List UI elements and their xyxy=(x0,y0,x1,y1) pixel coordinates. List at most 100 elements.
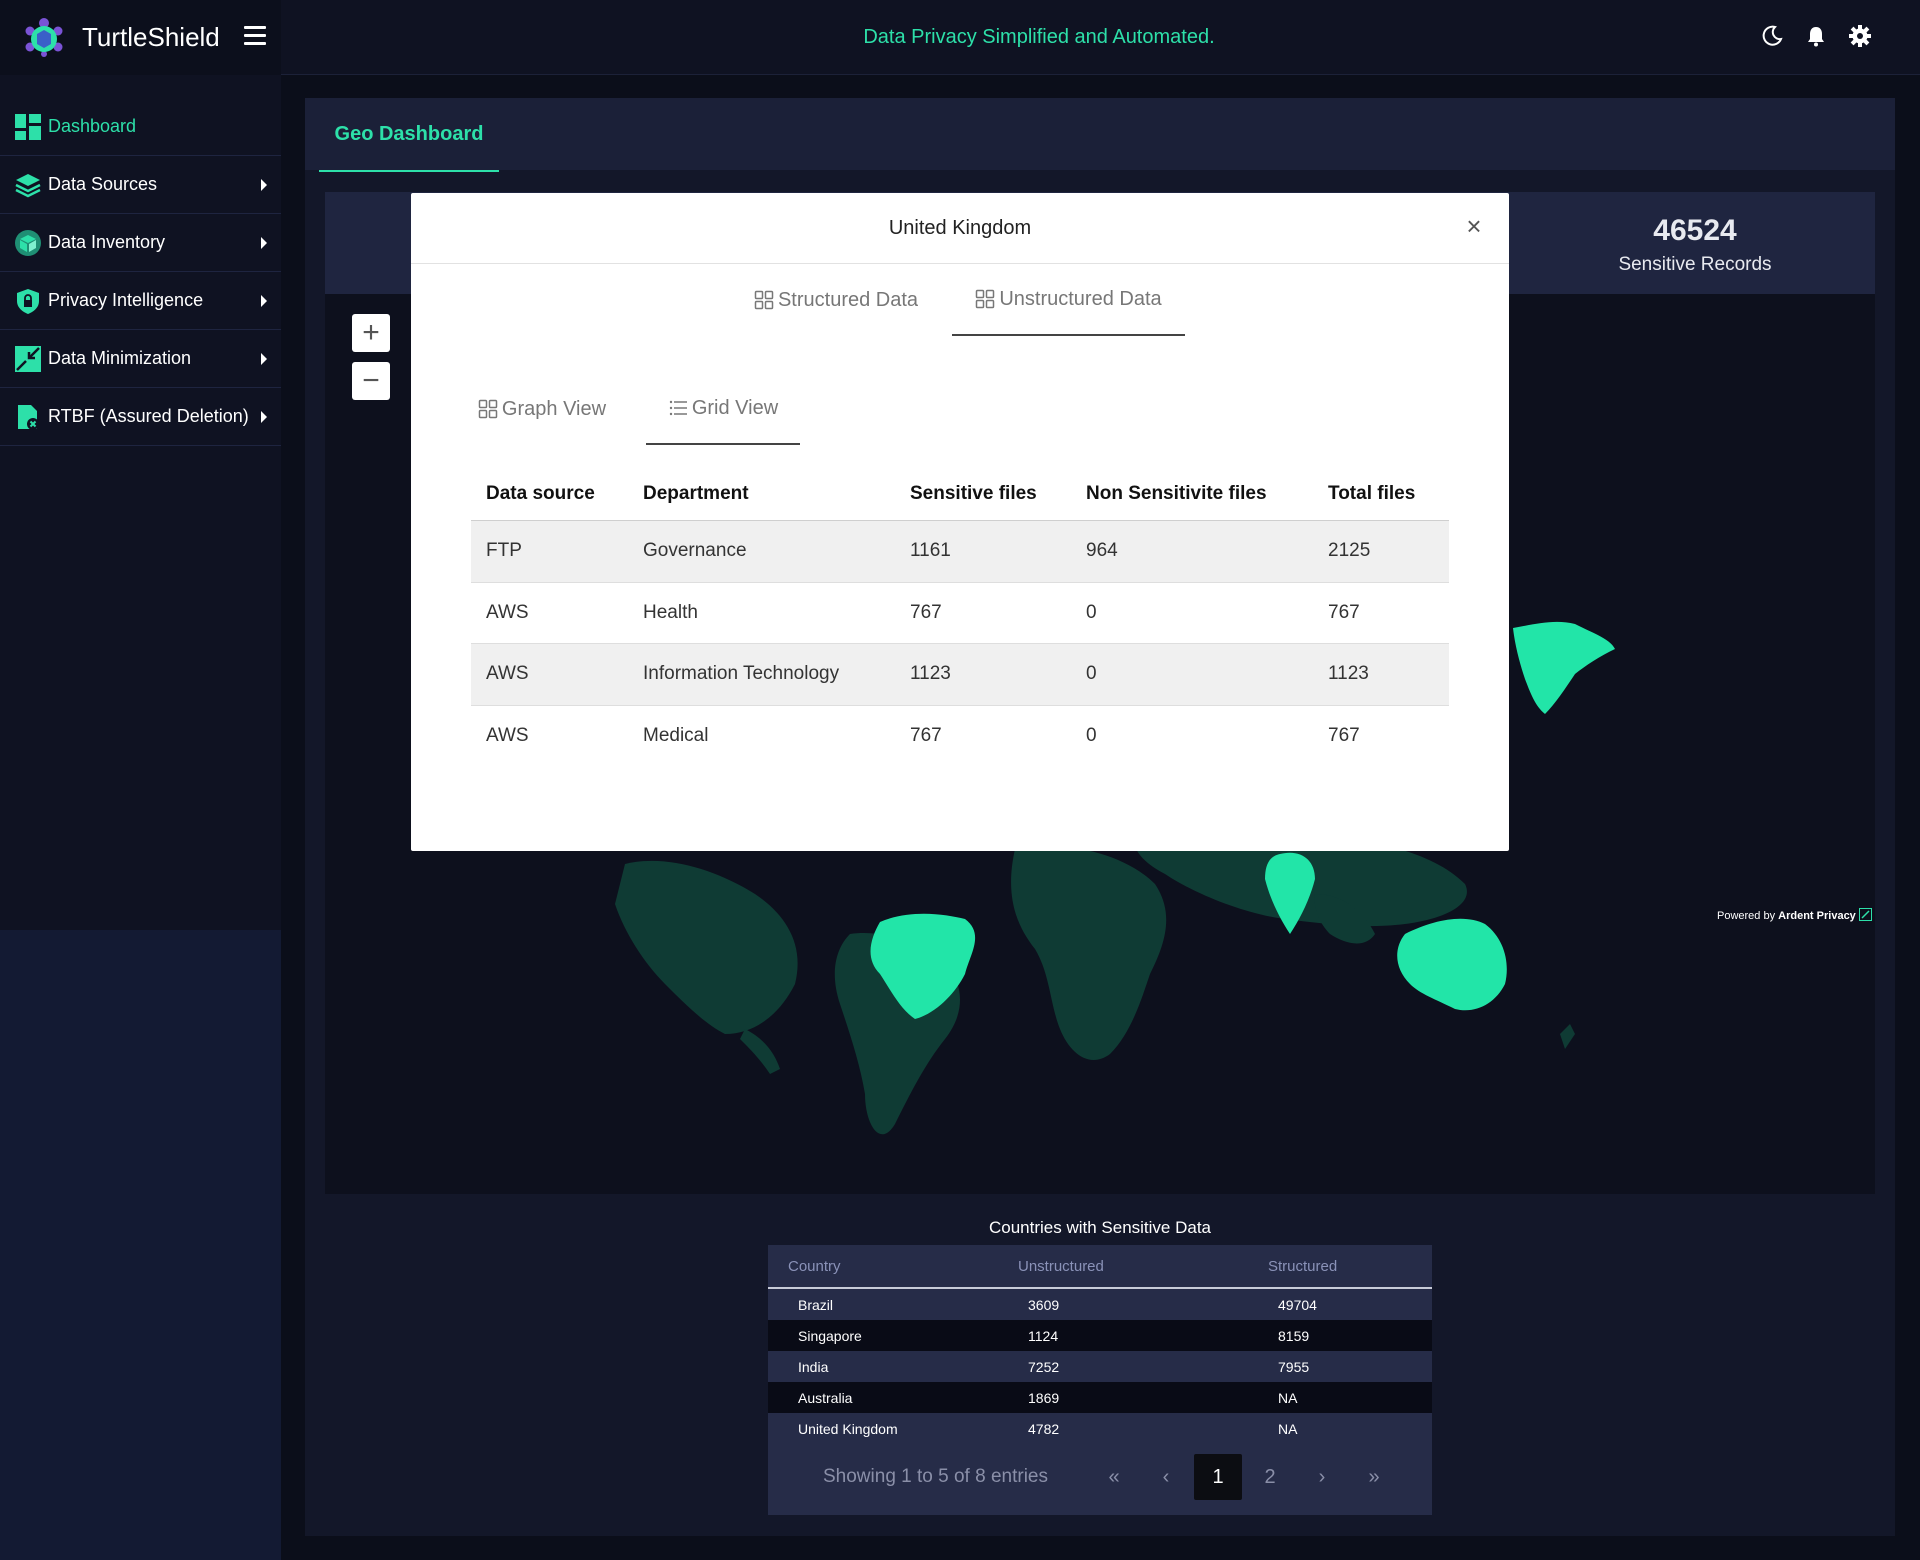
stat-sensitive-records: 46524 Sensitive Records xyxy=(1516,192,1874,294)
powered-prefix: Powered by xyxy=(1717,910,1776,922)
tab-structured-data[interactable]: Structured Data xyxy=(741,264,931,336)
sensitive-files-cell: 1161 xyxy=(910,540,951,562)
sensitive-files-cell: 767 xyxy=(910,725,942,747)
tab-label: Grid View xyxy=(691,396,779,419)
non-sensitive-files-cell: 0 xyxy=(1086,601,1097,623)
minimize-arrows-icon xyxy=(15,345,41,372)
country-cell: Brazil xyxy=(798,1296,834,1313)
caret-right-icon xyxy=(261,353,267,365)
first-page-button[interactable]: « xyxy=(1090,1454,1138,1500)
dark-mode-moon-icon[interactable] xyxy=(1760,24,1784,48)
settings-gear-icon[interactable] xyxy=(1848,24,1872,48)
table-row[interactable]: United Kingdom 4782 NA xyxy=(768,1413,1432,1444)
table-row[interactable]: India 7252 7955 xyxy=(768,1351,1432,1382)
total-files-cell: 767 xyxy=(1328,601,1360,623)
sidebar-item-data-sources[interactable]: Data Sources xyxy=(0,156,281,214)
table-row[interactable]: Brazil 3609 49704 xyxy=(768,1289,1432,1320)
unstructured-cell: 1869 xyxy=(1028,1389,1060,1406)
layers-icon xyxy=(15,173,41,197)
column-header[interactable]: Country xyxy=(768,1258,1018,1275)
notification-bell-icon[interactable] xyxy=(1804,24,1828,48)
department-cell: Information Technology xyxy=(643,663,840,685)
last-page-button[interactable]: » xyxy=(1350,1454,1398,1500)
column-header[interactable]: Unstructured xyxy=(1018,1258,1268,1275)
pagination-summary: Showing 1 to 5 of 8 entries xyxy=(823,1466,1048,1487)
zoom-in-button[interactable]: + xyxy=(352,314,390,352)
column-header[interactable]: Structured xyxy=(1268,1258,1432,1275)
column-header[interactable]: Sensitive files xyxy=(895,483,1071,505)
close-icon[interactable]: × xyxy=(1461,213,1487,239)
table-row[interactable]: AWS Health 767 0 767 xyxy=(471,583,1449,644)
caret-right-icon xyxy=(261,237,267,249)
unstructured-cell: 4782 xyxy=(1028,1420,1060,1437)
sensitive-files-cell: 1123 xyxy=(910,663,951,685)
next-page-button[interactable]: › xyxy=(1298,1454,1346,1500)
sidebar-item-label: Data Sources xyxy=(48,174,158,194)
page-1-button[interactable]: 1 xyxy=(1194,1454,1242,1500)
inventory-box-icon xyxy=(15,229,41,256)
table-row[interactable]: FTP Governance 1161 964 2125 xyxy=(471,521,1449,583)
structured-cell: 49704 xyxy=(1278,1296,1317,1313)
column-header[interactable]: Total files xyxy=(1313,483,1449,505)
non-sensitive-files-cell: 964 xyxy=(1086,540,1118,562)
country-highlight-east-asia[interactable] xyxy=(1513,621,1615,714)
non-sensitive-files-cell: 0 xyxy=(1086,725,1097,747)
powered-brand: Ardent Privacy xyxy=(1778,910,1856,922)
data-source-cell: AWS xyxy=(486,601,529,623)
sensitive-files-cell: 767 xyxy=(910,601,942,623)
countries-table: Country Unstructured Structured Brazil 3… xyxy=(768,1245,1432,1515)
department-cell: Health xyxy=(643,601,698,623)
sidebar-item-privacy-intelligence[interactable]: Privacy Intelligence xyxy=(0,272,281,330)
sidebar-item-dashboard[interactable]: Dashboard xyxy=(0,98,281,156)
prev-page-button[interactable]: ‹ xyxy=(1142,1454,1190,1500)
table-row[interactable]: Singapore 1124 8159 xyxy=(768,1320,1432,1351)
data-source-cell: AWS xyxy=(486,725,529,747)
structured-cell: NA xyxy=(1278,1389,1298,1406)
content-header xyxy=(305,98,1895,170)
structured-cell: 8159 xyxy=(1278,1327,1310,1344)
column-header[interactable]: Non Sensitivite files xyxy=(1071,483,1313,505)
sidebar-item-label: Privacy Intelligence xyxy=(48,290,204,310)
hamburger-menu-icon[interactable] xyxy=(244,26,266,48)
dashboard-grid-icon xyxy=(15,113,41,140)
brand: TurtleShield xyxy=(0,0,281,75)
department-cell: Medical xyxy=(643,725,709,747)
country-cell: India xyxy=(798,1358,829,1375)
countries-title: Countries with Sensitive Data xyxy=(988,1218,1212,1237)
data-source-cell: AWS xyxy=(486,663,529,685)
column-header[interactable]: Department xyxy=(628,483,895,505)
country-detail-modal: United Kingdom × Structured Data Unstruc… xyxy=(411,193,1509,851)
caret-right-icon xyxy=(261,295,267,307)
table-row[interactable]: Australia 1869 NA xyxy=(768,1382,1432,1413)
tab-grid-view[interactable]: Grid View xyxy=(646,373,800,445)
structured-cell: 7955 xyxy=(1278,1358,1310,1375)
shield-lock-icon xyxy=(17,288,39,314)
country-india[interactable] xyxy=(1265,852,1315,934)
tagline: Data Privacy Simplified and Automated. xyxy=(863,26,1215,48)
sidebar-item-label: RTBF (Assured Deletion) xyxy=(48,406,249,426)
turtle-logo-icon xyxy=(25,17,63,57)
tab-unstructured-data[interactable]: Unstructured Data xyxy=(952,264,1185,336)
total-files-cell: 2125 xyxy=(1328,540,1371,562)
stat-label: Sensitive Records xyxy=(1618,254,1772,275)
table-row[interactable]: AWS Information Technology 1123 0 1123 xyxy=(471,644,1449,706)
caret-right-icon xyxy=(261,179,267,191)
modal-title: United Kingdom xyxy=(411,193,1509,264)
sidebar-item-data-inventory[interactable]: Data Inventory xyxy=(0,214,281,272)
tab-graph-view[interactable]: Graph View xyxy=(471,373,613,445)
pagination: Showing 1 to 5 of 8 entries « ‹ 1 2 › » xyxy=(768,1453,1432,1501)
tab-geo-dashboard[interactable]: Geo Dashboard xyxy=(319,98,499,172)
table-row[interactable]: AWS Medical 767 0 767 xyxy=(471,706,1449,768)
countries-header-row: Country Unstructured Structured xyxy=(768,1245,1432,1289)
grid-squares-icon xyxy=(478,399,498,419)
structured-cell: NA xyxy=(1278,1420,1298,1437)
column-header[interactable]: Data source xyxy=(471,483,628,505)
unstructured-grid-table: Data source Department Sensitive files N… xyxy=(471,467,1449,767)
country-australia[interactable] xyxy=(1397,918,1507,1011)
sidebar-item-rtbf[interactable]: RTBF (Assured Deletion) xyxy=(0,388,281,446)
sidebar-item-data-minimization[interactable]: Data Minimization xyxy=(0,330,281,388)
zoom-out-button[interactable]: − xyxy=(352,362,390,400)
page-2-button[interactable]: 2 xyxy=(1246,1454,1294,1500)
stat-value: 46524 xyxy=(1653,214,1737,247)
tab-label: Graph View xyxy=(501,397,607,420)
